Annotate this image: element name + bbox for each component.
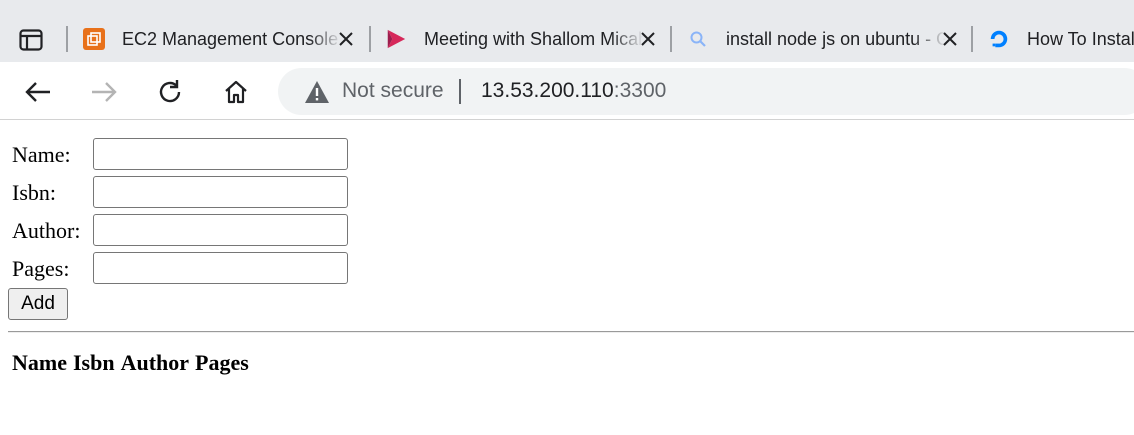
digitalocean-icon: [988, 28, 1010, 50]
meeting-play-icon: [385, 28, 407, 50]
table-header-row: Name Isbn Author Pages: [12, 350, 255, 376]
tab-title: How To Install Node.js: [1027, 28, 1134, 49]
divider: [8, 331, 1134, 333]
search-icon: [687, 28, 709, 50]
tab-digitalocean[interactable]: How To Install Node.js: [973, 18, 1134, 60]
tab-title: EC2 Management Console: [122, 28, 339, 49]
close-tab-icon[interactable]: [638, 29, 658, 49]
reload-icon[interactable]: [152, 74, 188, 110]
url-host: 13.53.200.110: [481, 79, 614, 102]
home-icon[interactable]: [218, 74, 254, 110]
pages-input[interactable]: [93, 252, 348, 284]
tab-ec2-console[interactable]: EC2 Management Console: [68, 18, 368, 60]
aws-ec2-icon: [83, 28, 105, 50]
pages-label: Pages:: [12, 256, 70, 281]
author-input[interactable]: [93, 214, 348, 246]
page-content: Name: Isbn: Author: Pages: Add Name Isbn A…: [0, 121, 1134, 435]
author-label: Author:: [12, 218, 81, 243]
close-tab-icon[interactable]: [336, 29, 356, 49]
security-status[interactable]: Not secure: [342, 79, 444, 103]
tab-google-search[interactable]: install node js on ubuntu - Google Searc…: [672, 18, 972, 60]
url-text[interactable]: 13.53.200.110:3300: [481, 79, 666, 103]
sidebar-toggle-icon[interactable]: [14, 23, 48, 57]
browser-toolbar: Not secure 13.53.200.110:3300: [0, 62, 1134, 120]
warning-icon[interactable]: [304, 80, 330, 104]
column-header-isbn: Isbn: [72, 350, 115, 375]
isbn-input[interactable]: [93, 176, 348, 208]
close-tab-icon[interactable]: [940, 29, 960, 49]
tab-title: install node js on ubuntu - Google Searc…: [726, 28, 946, 49]
isbn-label: Isbn:: [12, 180, 56, 205]
address-divider: [459, 79, 461, 104]
add-button[interactable]: Add: [8, 288, 68, 320]
url-port: :3300: [613, 79, 667, 102]
tab-strip: EC2 Management Console Meeting with Shal…: [0, 0, 1134, 62]
tab-meeting[interactable]: Meeting with Shallom Micah: [370, 18, 670, 60]
column-header-author: Author: [120, 350, 190, 375]
column-header-name: Name: [12, 350, 67, 375]
back-arrow-icon[interactable]: [20, 74, 56, 110]
address-bar[interactable]: Not secure 13.53.200.110:3300: [278, 68, 1134, 115]
tab-title: Meeting with Shallom Micah: [424, 28, 644, 49]
column-header-pages: Pages: [195, 350, 249, 375]
name-input[interactable]: [93, 138, 348, 170]
forward-arrow-icon[interactable]: [86, 74, 122, 110]
name-label: Name:: [12, 142, 71, 167]
